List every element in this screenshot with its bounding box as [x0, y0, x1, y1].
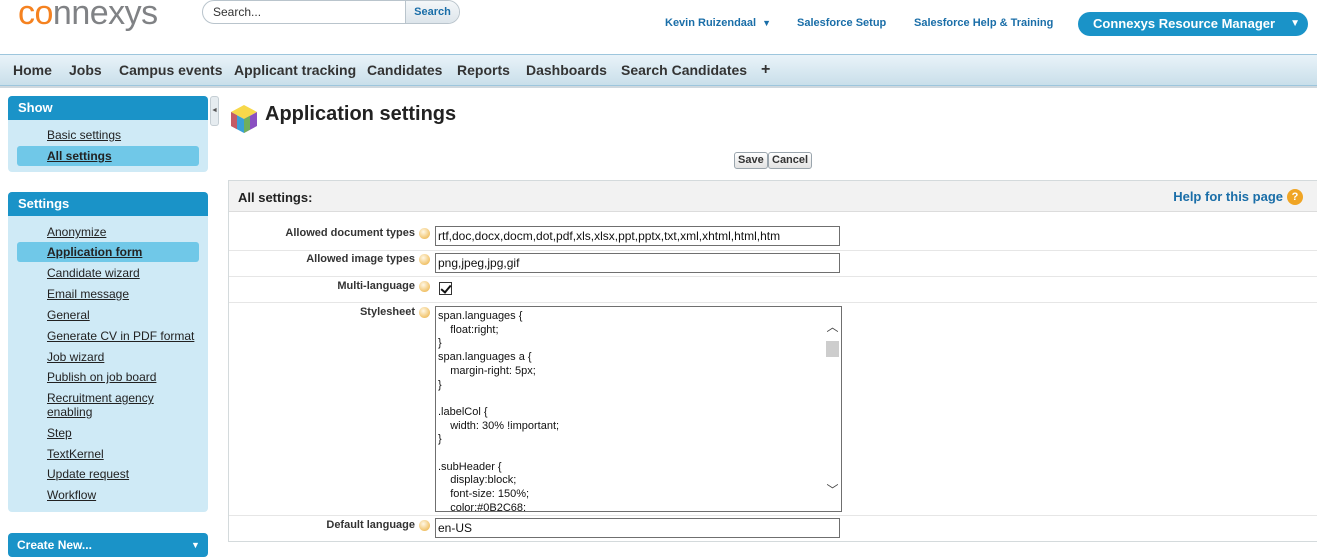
- page-divider: [0, 86, 1317, 88]
- allowed-document-types-label: Allowed document types: [285, 227, 415, 239]
- global-search: Search: [202, 0, 460, 24]
- stylesheet-content: span.languages { float:right; } span.lan…: [438, 310, 560, 512]
- sidebar-show-section: Show Basic settings All settings: [8, 96, 208, 172]
- sidebar-item-textkernel[interactable]: TextKernel: [47, 447, 207, 461]
- sidebar-item-recruitment-agency-enabling[interactable]: Recruitment agency enabling: [47, 391, 167, 419]
- page-title: Application settings: [265, 103, 457, 125]
- tab-dashboards[interactable]: Dashboards: [526, 55, 607, 85]
- tab-bar: Home Jobs Campus events Applicant tracki…: [0, 54, 1317, 86]
- sidebar-item-generate-cv[interactable]: Generate CV in PDF format: [47, 329, 207, 343]
- create-new-caret-icon: ▼: [191, 540, 200, 550]
- all-settings-panel: All settings: Help for this page ? Allow…: [228, 180, 1317, 542]
- sidebar-show-title: Show: [8, 96, 208, 120]
- tab-applicant-tracking[interactable]: Applicant tracking: [234, 55, 356, 85]
- sidebar-item-application-form[interactable]: Application form: [17, 242, 199, 262]
- panel-title: All settings:: [238, 190, 313, 205]
- sidebar-item-all-settings[interactable]: All settings: [17, 146, 199, 166]
- help-for-this-page-link[interactable]: Help for this page: [1173, 189, 1283, 204]
- allowed-document-types-info-icon[interactable]: [419, 228, 430, 239]
- allowed-image-types-label: Allowed image types: [306, 253, 415, 265]
- application-settings-icon: [231, 105, 257, 133]
- stylesheet-info-icon[interactable]: [419, 307, 430, 318]
- user-menu-caret-icon: ▼: [762, 18, 771, 28]
- sidebar-item-update-request[interactable]: Update request: [47, 467, 207, 481]
- tab-reports[interactable]: Reports: [457, 55, 510, 85]
- save-button[interactable]: Save: [734, 152, 768, 169]
- stylesheet-scrollbar[interactable]: ︿ ﹀: [824, 307, 841, 511]
- sidebar-settings-title: Settings: [8, 192, 208, 216]
- row-divider: [229, 276, 1317, 277]
- multi-language-label: Multi-language: [337, 280, 415, 292]
- create-new-label: Create New...: [17, 538, 92, 552]
- search-button[interactable]: Search: [405, 1, 459, 23]
- panel-header: All settings: Help for this page ?: [229, 181, 1317, 212]
- sidebar-settings-section: Settings Anonymize Application form Cand…: [8, 192, 208, 512]
- user-menu[interactable]: Kevin Ruizendaal ▼: [665, 17, 771, 29]
- scroll-down-icon[interactable]: ﹀: [824, 482, 841, 499]
- scroll-thumb[interactable]: [826, 341, 839, 357]
- header: connexys Search Kevin Ruizendaal ▼ Salesf…: [0, 0, 1317, 52]
- row-divider: [229, 302, 1317, 303]
- tab-search-candidates[interactable]: Search Candidates: [621, 55, 747, 85]
- app-switcher-caret-icon: ▼: [1290, 18, 1300, 29]
- sidebar-item-email-message[interactable]: Email message: [47, 287, 207, 301]
- sidebar-item-workflow[interactable]: Workflow: [47, 488, 207, 502]
- sidebar-item-publish-on-job-board[interactable]: Publish on job board: [47, 370, 207, 384]
- allowed-image-types-info-icon[interactable]: [419, 254, 430, 265]
- sidebar-item-anonymize[interactable]: Anonymize: [47, 225, 207, 239]
- search-input[interactable]: [203, 1, 405, 23]
- user-name: Kevin Ruizendaal: [665, 17, 757, 29]
- salesforce-setup-link[interactable]: Salesforce Setup: [797, 17, 886, 29]
- stylesheet-textarea[interactable]: span.languages { float:right; } span.lan…: [435, 306, 842, 512]
- allowed-image-types-input[interactable]: png,jpeg,jpg,gif: [435, 253, 840, 273]
- collapse-sidebar-icon[interactable]: ◄: [210, 96, 219, 126]
- help-icon[interactable]: ?: [1287, 189, 1303, 205]
- scroll-up-icon[interactable]: ︿: [824, 319, 841, 336]
- tab-candidates[interactable]: Candidates: [367, 55, 442, 85]
- tab-jobs[interactable]: Jobs: [69, 55, 102, 85]
- app-switcher[interactable]: Connexys Resource Manager ▼: [1078, 12, 1308, 36]
- add-tab-icon[interactable]: +: [761, 55, 770, 85]
- stylesheet-label: Stylesheet: [359, 306, 415, 318]
- row-divider: [229, 250, 1317, 251]
- sidebar-item-step[interactable]: Step: [47, 426, 207, 440]
- sidebar-item-basic-settings[interactable]: Basic settings: [47, 128, 207, 142]
- default-language-input[interactable]: en-US: [435, 518, 840, 538]
- cancel-button[interactable]: Cancel: [768, 152, 813, 169]
- sidebar-item-general[interactable]: General: [47, 308, 207, 322]
- app-switcher-label: Connexys Resource Manager: [1093, 16, 1276, 31]
- create-new-menu[interactable]: Create New... ▼: [8, 533, 208, 557]
- salesforce-help-link[interactable]: Salesforce Help & Training: [914, 17, 1053, 29]
- tab-home[interactable]: Home: [13, 55, 52, 85]
- sidebar-item-job-wizard[interactable]: Job wizard: [47, 350, 207, 364]
- multi-language-checkbox[interactable]: [439, 282, 452, 295]
- sidebar-item-candidate-wizard[interactable]: Candidate wizard: [47, 266, 207, 280]
- default-language-label: Default language: [326, 519, 415, 531]
- allowed-document-types-input[interactable]: rtf,doc,docx,docm,dot,pdf,xls,xlsx,ppt,p…: [435, 226, 840, 246]
- tab-campus-events[interactable]: Campus events: [119, 55, 222, 85]
- default-language-info-icon[interactable]: [419, 520, 430, 531]
- multi-language-info-icon[interactable]: [419, 281, 430, 292]
- row-divider: [229, 515, 1317, 516]
- connexys-logo[interactable]: connexys: [18, 0, 158, 33]
